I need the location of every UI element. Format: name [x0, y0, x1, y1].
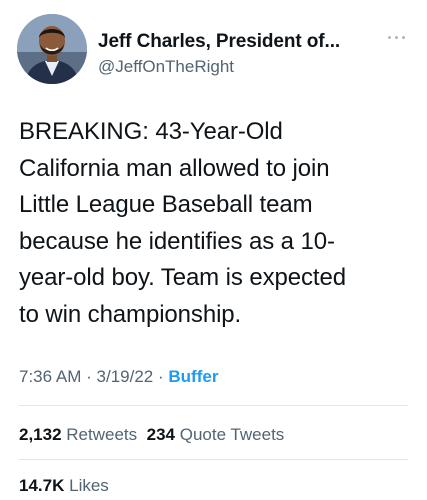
meta-separator: · — [86, 367, 92, 386]
tweet-line: Little League Baseball team — [19, 191, 313, 218]
tweet-time[interactable]: 7:36 AM — [19, 367, 81, 386]
author-display-name[interactable]: Jeff Charles, President of... — [98, 31, 340, 53]
quote-tweets-count: 234 — [146, 425, 175, 444]
tweet-meta: 7:36 AM · 3/19/22 · Buffer — [19, 367, 218, 387]
likes-label: Likes — [69, 476, 109, 495]
author-handle[interactable]: @JeffOnTheRight — [98, 57, 234, 77]
retweets-count: 2,132 — [19, 425, 62, 444]
tweet-line: because he identifies as a 10- — [19, 227, 335, 255]
engagement-stats: 2,132 Retweets 234 Quote Tweets — [19, 425, 284, 445]
quote-tweets-label: Quote Tweets — [179, 425, 285, 444]
tweet-line: California man allowed to join — [19, 154, 330, 182]
divider — [19, 405, 408, 406]
author-avatar[interactable] — [17, 14, 87, 84]
retweets-link[interactable]: 2,132 Retweets — [19, 425, 137, 444]
tweet-line: year-old boy. Team is expected — [19, 264, 346, 291]
divider — [19, 459, 408, 460]
tweet-date[interactable]: 3/19/22 — [97, 367, 154, 386]
tweet-source-link[interactable]: Buffer — [168, 367, 218, 386]
tweet-header: Jeff Charles, President of... @JeffOnThe… — [0, 0, 427, 96]
likes-count: 14.7K — [19, 476, 65, 495]
likes-link[interactable]: 14.7K Likes — [19, 476, 109, 495]
tweet-line: to win championship. — [19, 300, 242, 328]
avatar-photo — [17, 14, 87, 84]
tweet-line: BREAKING: 43-Year-Old — [19, 118, 283, 145]
meta-separator: · — [157, 367, 164, 386]
retweets-label: Retweets — [66, 425, 138, 444]
tweet-body: BREAKING: 43-Year-Old California man all… — [19, 114, 419, 333]
ellipsis-icon[interactable] — [386, 33, 408, 43]
likes-stats: 14.7K Likes — [19, 476, 109, 496]
quote-tweets-link[interactable]: 234 Quote Tweets — [147, 425, 285, 444]
